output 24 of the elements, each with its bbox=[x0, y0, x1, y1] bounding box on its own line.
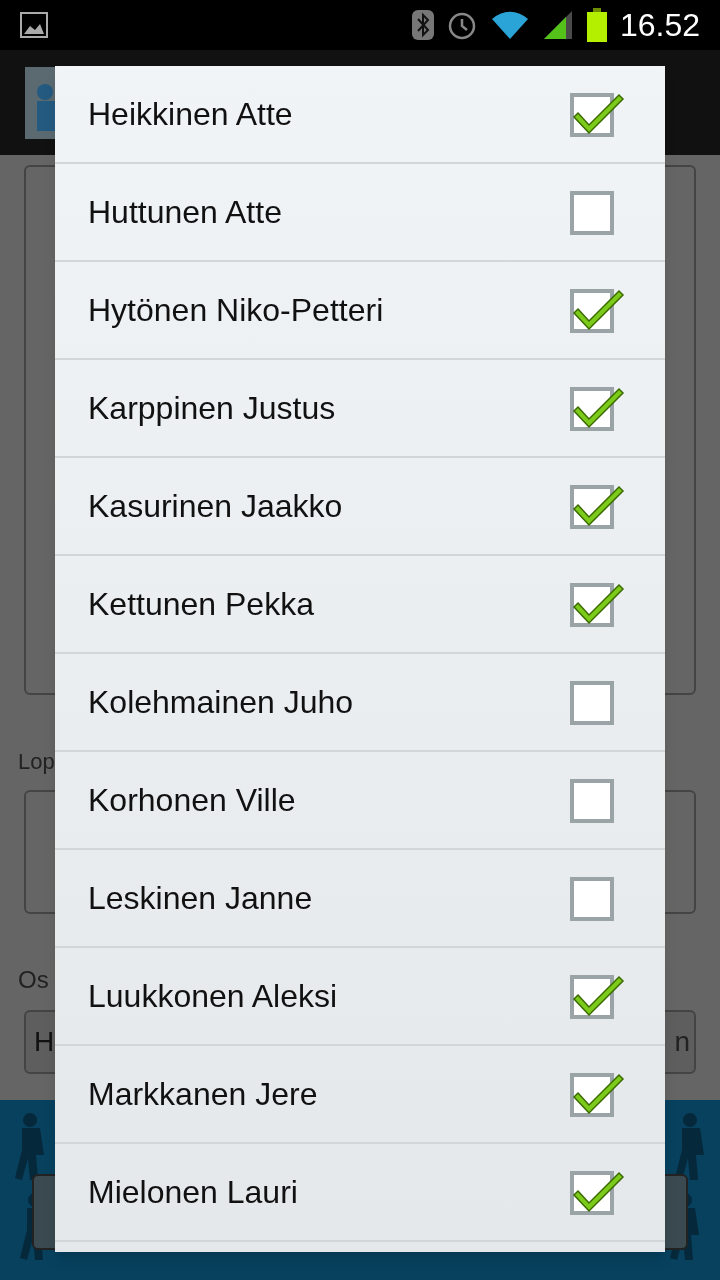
list-item[interactable]: Luukkonen Aleksi bbox=[55, 948, 665, 1046]
list-item[interactable]: Heikkinen Atte bbox=[55, 66, 665, 164]
list-item[interactable]: Hytönen Niko-Petteri bbox=[55, 262, 665, 360]
list-item[interactable]: Markkanen Jere bbox=[55, 1046, 665, 1144]
list-item[interactable]: Kolehmainen Juho bbox=[55, 654, 665, 752]
list-item[interactable]: Huttunen Atte bbox=[55, 164, 665, 262]
battery-icon bbox=[585, 8, 608, 42]
wifi-icon bbox=[489, 9, 530, 41]
list-item[interactable]: Mielonen Lauri bbox=[55, 1144, 665, 1242]
clock-time: 16.52 bbox=[619, 6, 700, 45]
list-item[interactable]: Kasurinen Jaakko bbox=[55, 458, 665, 556]
player-silhouette-icon bbox=[675, 1113, 704, 1180]
dropdown-text: n bbox=[674, 1025, 690, 1059]
list-item[interactable]: Leskinen Janne bbox=[55, 850, 665, 948]
list-item[interactable]: Korhonen Ville bbox=[55, 752, 665, 850]
app-logo-icon bbox=[25, 66, 57, 139]
list-item[interactable]: Karppinen Justus bbox=[55, 360, 665, 458]
dropdown-value: H bbox=[34, 1025, 55, 1059]
bluetooth-icon bbox=[411, 10, 434, 40]
player-silhouette-icon bbox=[15, 1113, 44, 1180]
participants-label: Os bbox=[18, 965, 49, 995]
end-time-label: Lop bbox=[18, 748, 55, 776]
list-item[interactable]: Kettunen Pekka bbox=[55, 556, 665, 654]
image-icon bbox=[20, 12, 48, 38]
